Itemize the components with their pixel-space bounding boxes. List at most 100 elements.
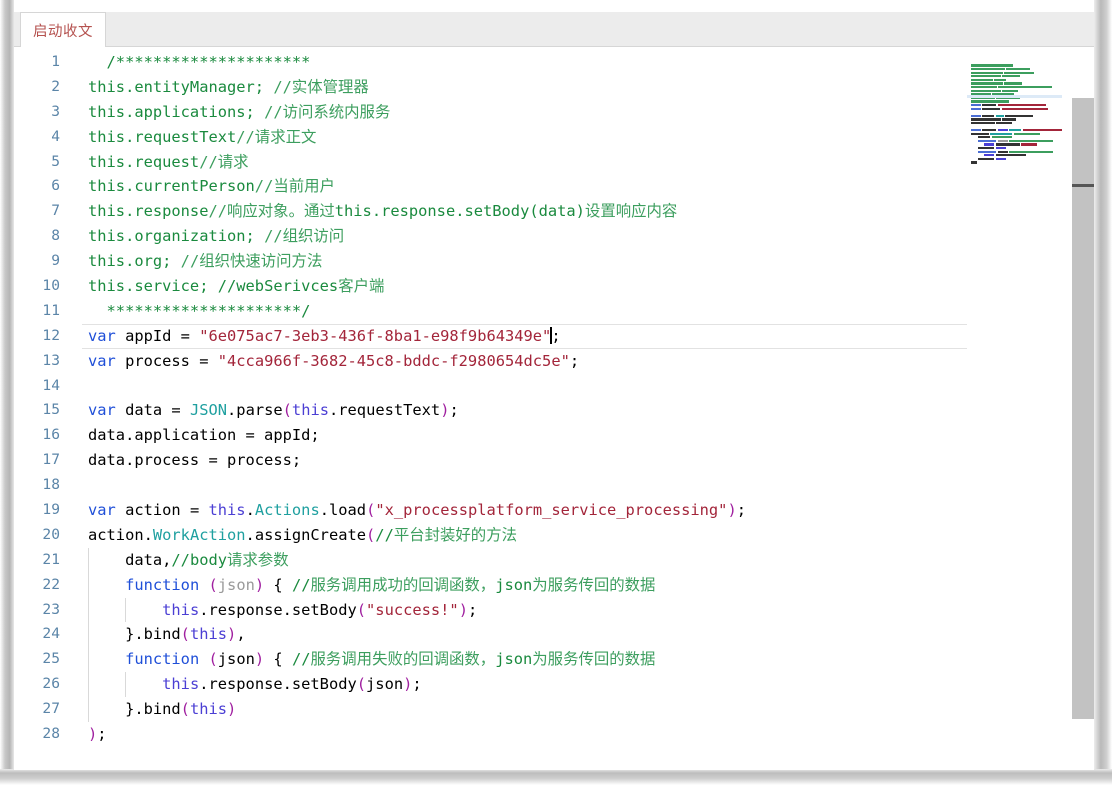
code-line-text: this.org; //组织快速访问方法 <box>88 249 322 274</box>
code-line[interactable]: 19 var action = this.Actions.load("x_proc… <box>14 498 1094 523</box>
line-number: 27 <box>42 700 60 718</box>
code-line[interactable]: 2 this.entityManager; //实体管理器 <box>14 75 1094 100</box>
code-token: 为服务传回的数据 <box>532 650 656 669</box>
minimap-segment <box>978 157 995 161</box>
code-line[interactable]: 3 this.applications; //访问系统内服务 <box>14 100 1094 125</box>
code-line[interactable]: 9 this.org; //组织快速访问方法 <box>14 249 1094 274</box>
window-shadow-bottom <box>0 769 1112 785</box>
code-line[interactable]: 26 this.response.setBody(json); <box>14 672 1094 698</box>
line-number: 13 <box>42 351 60 369</box>
code-token: function <box>125 575 200 594</box>
code-line[interactable]: 25 function (json) { //服务调用失败的回调函数，json为… <box>14 647 1094 673</box>
code-line[interactable]: 24 }.bind(this), <box>14 622 1094 648</box>
code-line-text: this.response.setBody("success!"); <box>88 598 477 623</box>
code-token: ) <box>458 600 468 619</box>
code-line[interactable]: 8 this.organization; //组织访问 <box>14 224 1094 249</box>
code-token: data, <box>88 550 172 569</box>
code-token: var <box>88 401 116 420</box>
code-token: this <box>162 675 200 694</box>
code-line-text: data.process = process; <box>88 448 301 473</box>
code-token: . <box>245 501 255 520</box>
scrollbar-thumb[interactable] <box>1072 97 1094 720</box>
code-line[interactable]: 14 <box>14 374 1094 399</box>
code-token: process = <box>115 351 218 370</box>
code-token: 平台封装好的方法 <box>393 525 517 544</box>
code-token: this.service; <box>88 277 218 296</box>
code-line[interactable]: 1 /********************* <box>14 50 1094 75</box>
code-line[interactable]: 15 var data = JSON.parse(this.requestText… <box>14 398 1094 423</box>
code-token: "6e075ac7-3eb3-436f-8ba1-e98f9b64349e" <box>199 326 552 345</box>
code-token: ) <box>227 625 237 644</box>
code-token: { <box>264 575 292 594</box>
code-token: ( <box>282 401 292 420</box>
code-token: //当前用户 <box>254 177 335 196</box>
code-line[interactable]: 23 this.response.setBody("success!"); <box>14 597 1094 623</box>
code-token: json <box>495 575 533 594</box>
minimap[interactable] <box>967 47 1062 770</box>
line-number: 23 <box>42 600 60 618</box>
code-token: 请求参数 <box>227 550 289 569</box>
code-token: json <box>217 575 255 594</box>
code-line[interactable]: 21 data,//body请求参数 <box>14 547 1094 573</box>
code-token: // <box>291 575 311 594</box>
code-token: data = <box>115 401 190 420</box>
code-line-text: /********************* <box>88 50 311 75</box>
code-token: this.entityManager; <box>88 77 274 96</box>
code-line-text: this.response//响应对象。通过this.response.setB… <box>88 199 677 224</box>
code-line[interactable]: 5 this.request//请求 <box>14 150 1094 175</box>
code-token: "x_processplatform_service_processing" <box>375 501 728 520</box>
code-token: ( <box>356 600 367 619</box>
code-line[interactable]: 12 var appId = "6e075ac7-3eb3-436f-8ba1-e… <box>14 323 1094 349</box>
code-token: this <box>162 600 200 619</box>
code-token: //body <box>171 550 228 569</box>
code-token: this.organization; <box>88 227 265 246</box>
code-line[interactable]: 11 *********************/ <box>14 299 1094 324</box>
code-line[interactable]: 18 <box>14 473 1094 498</box>
code-line[interactable]: 28); <box>14 722 1094 747</box>
tab-bar: 启动收文 <box>14 12 1094 47</box>
code-line[interactable]: 22 function (json) { //服务调用成功的回调函数，json为… <box>14 572 1094 598</box>
code-line-text: function (json) { //服务调用成功的回调函数，json为服务传… <box>88 573 655 598</box>
code-token: ; <box>449 401 459 420</box>
code-line[interactable]: 17 data.process = process; <box>14 448 1094 473</box>
code-token: //组织访问 <box>264 227 345 246</box>
code-line-text: data,//body请求参数 <box>88 548 289 573</box>
code-line[interactable]: 16 data.application = appId; <box>14 423 1094 448</box>
editor-window: 启动收文 1 /********************* 2 this.entit… <box>14 0 1094 770</box>
tab-qidongshouwen[interactable]: 启动收文 <box>20 12 106 47</box>
code-token: ) <box>227 700 237 719</box>
code-editor[interactable]: 1 /********************* 2 this.entityMana… <box>14 47 1094 770</box>
code-token: 为服务传回的数据 <box>532 575 656 594</box>
code-token: .requestText <box>329 401 441 420</box>
code-token: ( <box>208 650 218 669</box>
code-token: ; <box>551 326 561 345</box>
line-number: 16 <box>42 426 60 444</box>
code-token: ( <box>180 700 190 719</box>
code-token: Actions <box>254 501 320 520</box>
line-number: 25 <box>42 650 60 668</box>
code-line[interactable]: 4 this.requestText//请求正文 <box>14 125 1094 150</box>
code-line[interactable]: 10 this.service; //webSerivces客户端 <box>14 274 1094 299</box>
code-line-text: action.WorkAction.assignCreate(//平台封装好的方… <box>88 523 517 548</box>
code-line[interactable]: 20 action.WorkAction.assignCreate(//平台封装好… <box>14 523 1094 548</box>
line-number: 2 <box>51 77 60 95</box>
code-token: ( <box>356 675 367 694</box>
code-line-text: data.application = appId; <box>88 423 320 448</box>
code-line[interactable]: 27 }.bind(this) <box>14 697 1094 723</box>
line-number: 5 <box>51 152 60 170</box>
minimap-segment <box>971 161 977 164</box>
line-number: 4 <box>51 127 60 145</box>
code-line-list: 1 /********************* 2 this.entityMana… <box>14 50 1094 747</box>
code-line[interactable]: 6 this.currentPerson//当前用户 <box>14 174 1094 199</box>
code-token: "4cca966f-3682-45c8-bddc-f2980654dc5e" <box>217 351 570 370</box>
vertical-scrollbar[interactable] <box>1062 47 1094 770</box>
code-line[interactable]: 13 var process = "4cca966f-3682-45c8-bddc… <box>14 349 1094 374</box>
code-token: 设置响应内容 <box>584 202 678 221</box>
minimap-row <box>967 152 1062 164</box>
code-line[interactable]: 7 this.response//响应对象。通过this.response.set… <box>14 199 1094 224</box>
line-number: 18 <box>42 476 60 494</box>
code-token: action. <box>88 525 153 544</box>
code-token: // <box>291 650 311 669</box>
